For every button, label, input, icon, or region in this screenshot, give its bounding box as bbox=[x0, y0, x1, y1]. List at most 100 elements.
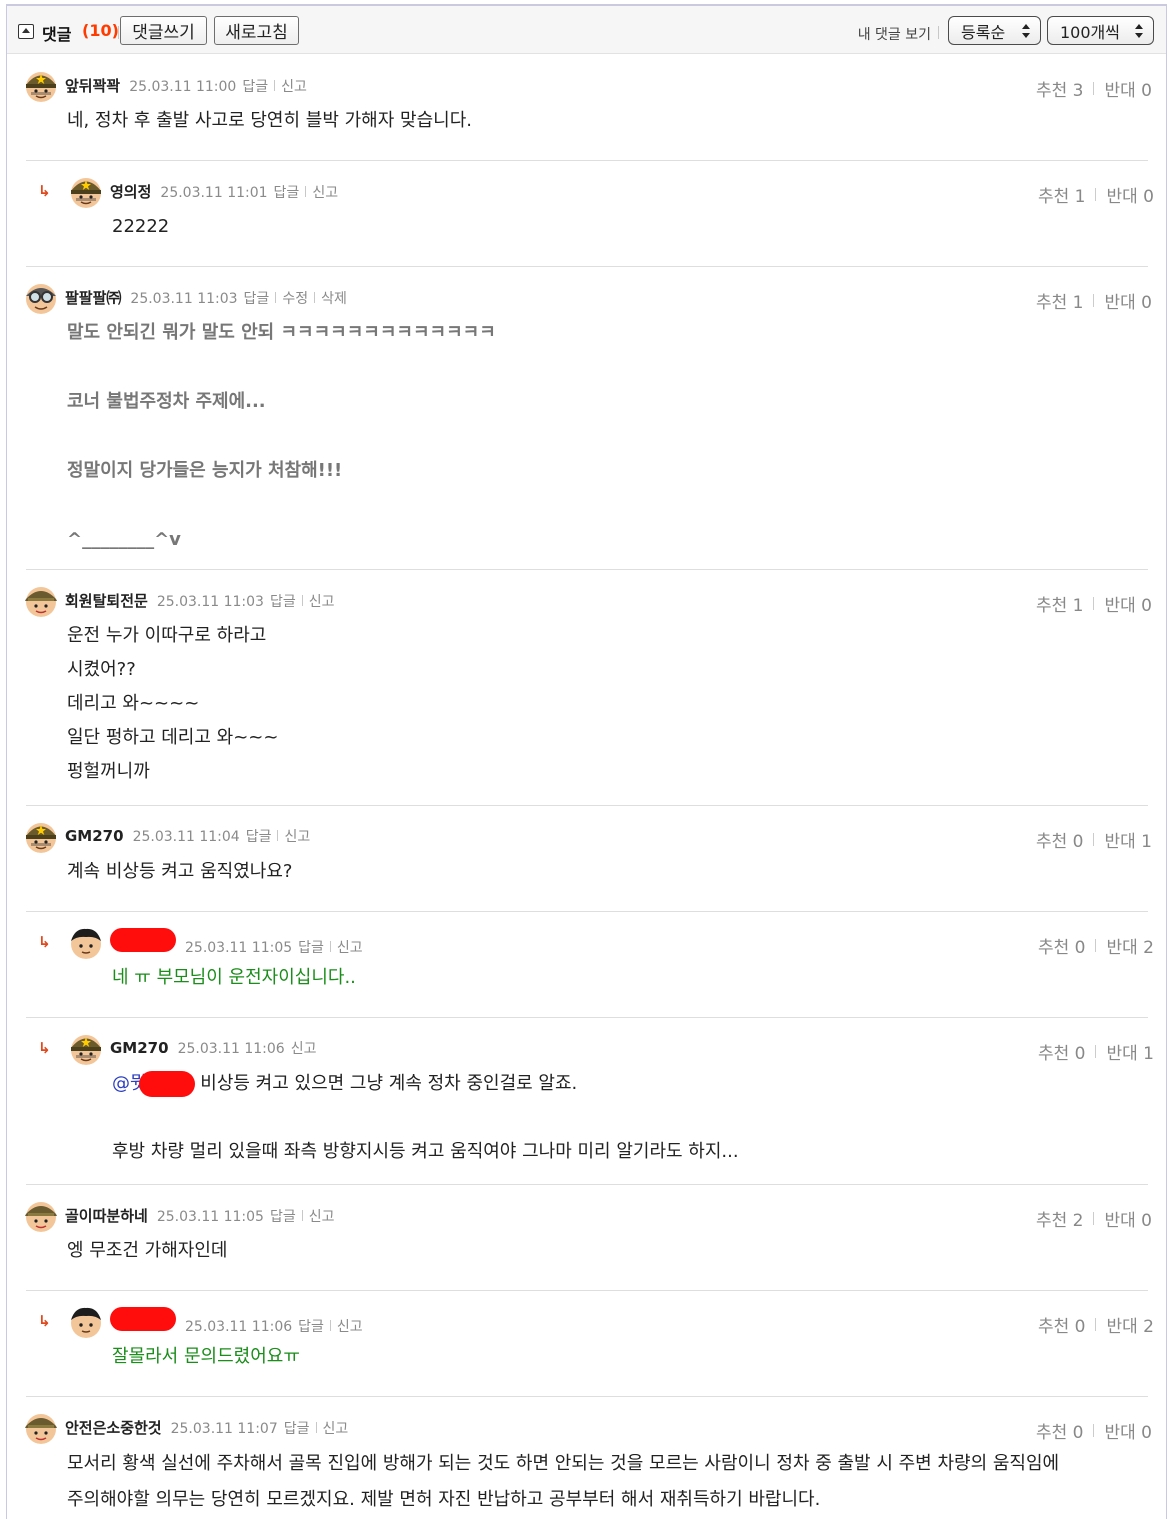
reply-link[interactable]: 답글 bbox=[244, 288, 270, 308]
comment-divider bbox=[26, 160, 1148, 161]
edit-link[interactable]: 수정 bbox=[282, 288, 308, 308]
comment-meta: 25.03.11 11:05 답글 신고 bbox=[110, 928, 363, 957]
comment-meta: 골이따분하네 25.03.11 11:05 답글 신고 bbox=[65, 1205, 334, 1226]
vote-area: 추천 0 반대 0 bbox=[1036, 1418, 1152, 1443]
author-nickname[interactable]: 팔팔팔㈜ bbox=[65, 287, 121, 308]
downvote-button[interactable]: 반대 1 bbox=[1104, 827, 1152, 852]
comment-meta: 회원탈퇴전문 25.03.11 11:03 답글 신고 bbox=[65, 590, 334, 611]
author-nickname[interactable]: 회원탈퇴전문 bbox=[65, 590, 148, 611]
downvote-label: 반대 bbox=[1106, 938, 1138, 958]
downvote-button[interactable]: 반대 0 bbox=[1104, 1418, 1152, 1443]
redacted-mention bbox=[138, 1071, 195, 1097]
comment-body: 모서리 황색 실선에 주차해서 골목 진입에 방해가 되는 것도 하면 안되는 … bbox=[67, 1453, 1060, 1510]
report-link[interactable]: 신고 bbox=[337, 1316, 363, 1336]
comment-body: 엥 무조건 가해자인데 bbox=[67, 1240, 228, 1261]
report-link[interactable]: 신고 bbox=[281, 76, 307, 96]
reply-link[interactable]: 답글 bbox=[284, 1418, 310, 1438]
author-nickname[interactable]: 앞뒤꽉꽉 bbox=[65, 75, 120, 96]
page-size-select[interactable]: 100개씩 bbox=[1047, 16, 1154, 45]
downvote-button[interactable]: 반대 0 bbox=[1104, 1206, 1152, 1231]
avatar-image bbox=[71, 1035, 101, 1065]
report-link[interactable]: 신고 bbox=[309, 591, 335, 611]
vote-divider bbox=[1093, 597, 1095, 610]
upvote-button[interactable]: 추천 1 bbox=[1038, 182, 1086, 207]
upvote-button[interactable]: 추천 0 bbox=[1038, 933, 1086, 958]
downvote-button[interactable]: 반대 0 bbox=[1104, 591, 1152, 616]
downvote-button[interactable]: 반대 2 bbox=[1106, 933, 1154, 958]
downvote-button[interactable]: 반대 1 bbox=[1106, 1039, 1154, 1064]
avatar[interactable] bbox=[24, 282, 58, 314]
my-comments-link[interactable]: 내 댓글 보기 bbox=[858, 24, 931, 44]
downvote-count: 2 bbox=[1143, 938, 1154, 958]
refresh-button[interactable]: 새로고침 bbox=[214, 16, 299, 45]
comment-meta: GM270 25.03.11 11:06 신고 bbox=[110, 1038, 316, 1058]
avatar[interactable] bbox=[69, 1306, 103, 1338]
comment-divider bbox=[26, 805, 1148, 806]
author-nickname[interactable]: 안전은소중한것 bbox=[65, 1417, 162, 1438]
upvote-button[interactable]: 추천 1 bbox=[1036, 288, 1084, 313]
reply-link[interactable]: 답글 bbox=[270, 591, 296, 611]
upvote-button[interactable]: 추천 0 bbox=[1038, 1039, 1086, 1064]
comment-meta: 영의정 25.03.11 11:01 답글 신고 bbox=[110, 181, 338, 202]
toolbar-divider bbox=[938, 26, 939, 39]
vote-area: 추천 0 반대 1 bbox=[1036, 827, 1152, 852]
reply-link[interactable]: 답글 bbox=[298, 1316, 324, 1336]
reply-link[interactable]: 답글 bbox=[274, 182, 300, 202]
meta-divider bbox=[275, 292, 277, 303]
upvote-button[interactable]: 추천 0 bbox=[1038, 1312, 1086, 1337]
reply-link[interactable]: 답글 bbox=[242, 76, 268, 96]
upvote-button[interactable]: 추천 0 bbox=[1036, 827, 1084, 852]
comment-body: 잘몰라서 문의드렸어요ㅠ bbox=[112, 1346, 300, 1367]
select-arrows-icon bbox=[1135, 24, 1143, 38]
comment-divider bbox=[26, 911, 1148, 912]
comment-date: 25.03.11 11:06 bbox=[177, 1041, 285, 1057]
sort-select-value: 등록순 bbox=[961, 22, 1006, 42]
report-link[interactable]: 신고 bbox=[312, 182, 338, 202]
avatar[interactable] bbox=[24, 1412, 58, 1444]
collapse-toggle-icon[interactable] bbox=[18, 24, 34, 39]
author-nickname[interactable]: 영의정 bbox=[110, 181, 151, 202]
upvote-button[interactable]: 추천 1 bbox=[1036, 591, 1084, 616]
meta-divider bbox=[274, 80, 276, 91]
downvote-button[interactable]: 반대 0 bbox=[1104, 76, 1152, 101]
report-link[interactable]: 신고 bbox=[284, 826, 310, 846]
avatar[interactable] bbox=[69, 1033, 103, 1065]
avatar[interactable] bbox=[69, 927, 103, 959]
comment-date: 25.03.11 11:01 bbox=[160, 185, 268, 201]
report-link[interactable]: 신고 bbox=[309, 1206, 335, 1226]
upvote-button[interactable]: 추천 3 bbox=[1036, 76, 1084, 101]
avatar[interactable] bbox=[24, 1200, 58, 1232]
downvote-button[interactable]: 반대 0 bbox=[1104, 288, 1152, 313]
downvote-label: 반대 bbox=[1104, 1423, 1136, 1443]
comment-body-line: @뭣 비상등 켜고 있으면 그냥 계속 정차 중인걸로 알죠. bbox=[112, 1067, 739, 1101]
avatar[interactable] bbox=[24, 585, 58, 617]
write-comment-button[interactable]: 댓글쓰기 bbox=[120, 16, 207, 45]
upvote-button[interactable]: 추천 2 bbox=[1036, 1206, 1084, 1231]
author-nickname[interactable]: GM270 bbox=[110, 1039, 169, 1057]
upvote-button[interactable]: 추천 0 bbox=[1036, 1418, 1084, 1443]
report-link[interactable]: 신고 bbox=[291, 1038, 317, 1058]
avatar[interactable] bbox=[24, 70, 58, 102]
reply-link[interactable]: 답글 bbox=[246, 826, 272, 846]
reply-link[interactable]: 답글 bbox=[270, 1206, 296, 1226]
upvote-count: 0 bbox=[1072, 1423, 1084, 1443]
report-link[interactable]: 신고 bbox=[323, 1418, 349, 1438]
downvote-button[interactable]: 반대 0 bbox=[1106, 182, 1154, 207]
avatar[interactable] bbox=[24, 821, 58, 853]
comment-date: 25.03.11 11:04 bbox=[132, 829, 240, 845]
upvote-count: 2 bbox=[1072, 1211, 1084, 1231]
report-link[interactable]: 신고 bbox=[337, 937, 363, 957]
delete-link[interactable]: 삭제 bbox=[321, 288, 347, 308]
vote-divider bbox=[1095, 188, 1097, 201]
reply-link[interactable]: 답글 bbox=[298, 937, 324, 957]
comment-meta: 팔팔팔㈜ 25.03.11 11:03 답글 수정 삭제 bbox=[65, 287, 347, 308]
author-nickname[interactable]: 골이따분하네 bbox=[65, 1205, 148, 1226]
avatar[interactable] bbox=[69, 176, 103, 208]
sort-select[interactable]: 등록순 bbox=[948, 16, 1041, 45]
author-nickname[interactable]: GM270 bbox=[65, 827, 124, 845]
downvote-label: 반대 bbox=[1104, 832, 1136, 852]
redacted-nickname bbox=[110, 928, 176, 952]
downvote-button[interactable]: 반대 2 bbox=[1106, 1312, 1154, 1337]
downvote-count: 0 bbox=[1141, 293, 1152, 313]
vote-divider bbox=[1093, 82, 1095, 95]
